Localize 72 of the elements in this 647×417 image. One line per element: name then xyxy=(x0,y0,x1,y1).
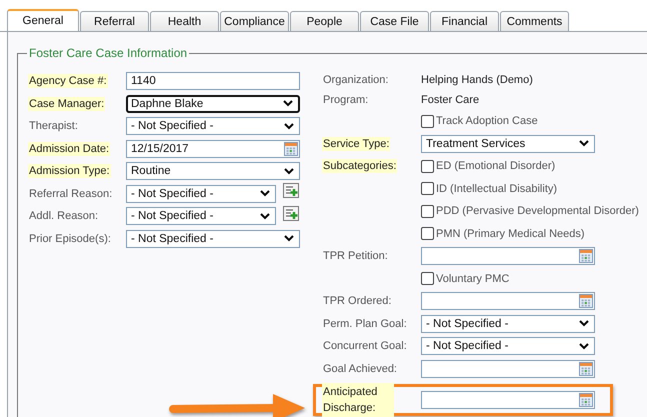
chevron-icon xyxy=(260,190,270,198)
dropdown[interactable]: Treatment Services xyxy=(421,134,595,153)
calendar-icon[interactable] xyxy=(579,362,593,376)
field-label: Referral Reason: xyxy=(28,186,114,201)
field-label: Perm. Plan Goal: xyxy=(322,316,408,331)
chevron-icon xyxy=(579,140,589,148)
checkbox-label: ED (Emotional Disorder) xyxy=(436,160,556,172)
tab[interactable]: Comments xyxy=(500,11,569,31)
checkbox[interactable] xyxy=(421,160,434,173)
tab[interactable]: Referral xyxy=(80,11,149,31)
checkbox-label: ID (Intellectual Disability) xyxy=(436,182,558,195)
tab[interactable]: Compliance xyxy=(220,11,289,31)
tab[interactable]: Case File xyxy=(360,11,429,31)
dropdown[interactable]: Routine xyxy=(126,162,300,180)
date-field[interactable]: 12/15/2017 xyxy=(126,140,300,158)
chevron-icon xyxy=(284,235,294,242)
tab[interactable]: General xyxy=(7,9,79,31)
chevron-icon xyxy=(579,320,589,328)
chevron-icon xyxy=(283,100,293,108)
checkbox-label: PMN (Primary Medical Needs) xyxy=(436,228,585,240)
calendar-icon[interactable] xyxy=(579,294,593,308)
field-label: Addl. Reason: xyxy=(28,209,100,224)
dropdown[interactable]: - Not Specified - xyxy=(126,207,276,226)
dropdown[interactable]: - Not Specified - xyxy=(126,230,300,248)
date-field[interactable] xyxy=(421,391,595,409)
field-label: Subcategories: xyxy=(322,159,398,174)
checkbox[interactable] xyxy=(421,227,434,240)
field-label: Service Type: xyxy=(322,136,390,151)
dropdown[interactable]: - Not Specified - xyxy=(421,314,595,333)
add-icon[interactable] xyxy=(283,206,299,221)
date-field[interactable] xyxy=(421,247,595,266)
dropdown[interactable]: Daphne Blake xyxy=(126,94,300,113)
chevron-icon xyxy=(260,212,270,220)
tab[interactable]: Health xyxy=(150,11,219,31)
field-label: Agency Case #: xyxy=(28,74,108,88)
date-field[interactable] xyxy=(421,360,595,378)
checkbox-label: PDD (Pervasive Developmental Disorder) xyxy=(436,205,639,218)
calendar-icon[interactable] xyxy=(579,249,593,264)
chevron-icon xyxy=(284,122,294,130)
dropdown[interactable]: - Not Specified - xyxy=(421,337,595,356)
tab[interactable]: People xyxy=(290,11,359,31)
field-label: Organization: xyxy=(322,73,390,87)
checkbox-label: Track Adoption Case xyxy=(436,115,538,128)
checkbox[interactable] xyxy=(421,204,434,218)
dropdown[interactable]: - Not Specified - xyxy=(126,184,276,203)
field-label: Concurrent Goal: xyxy=(322,339,408,354)
field-label: TPR Petition: xyxy=(322,249,389,264)
field-label: Goal Achieved: xyxy=(322,362,398,376)
field-label: TPR Ordered: xyxy=(322,294,392,308)
dropdown[interactable]: - Not Specified - xyxy=(126,117,300,136)
chevron-icon xyxy=(284,168,294,175)
calendar-icon[interactable] xyxy=(284,142,298,156)
date-field[interactable] xyxy=(421,292,595,310)
field-label: Program: xyxy=(322,93,370,107)
checkbox[interactable] xyxy=(421,272,434,286)
field-label: Therapist: xyxy=(28,119,79,134)
section-title: Foster Care Case Information xyxy=(28,46,188,60)
field-label: Prior Episode(s): xyxy=(28,232,112,246)
field-value: Helping Hands (Demo) xyxy=(421,74,533,86)
tab[interactable]: Financial xyxy=(430,11,499,31)
field-label: Case Manager: xyxy=(28,96,106,111)
field-value: Foster Care xyxy=(421,94,480,106)
checkbox[interactable] xyxy=(421,114,434,128)
calendar-icon[interactable] xyxy=(579,393,593,407)
field-label: Anticipated Discharge: xyxy=(322,383,394,417)
checkbox-label: Voluntary PMC xyxy=(436,272,510,285)
chevron-icon xyxy=(579,342,589,350)
field-label: Admission Date: xyxy=(28,142,110,156)
add-icon[interactable] xyxy=(283,183,299,198)
text-field[interactable]: 1140 xyxy=(126,72,300,90)
field-label: Admission Type: xyxy=(28,164,111,178)
checkbox[interactable] xyxy=(421,182,434,196)
